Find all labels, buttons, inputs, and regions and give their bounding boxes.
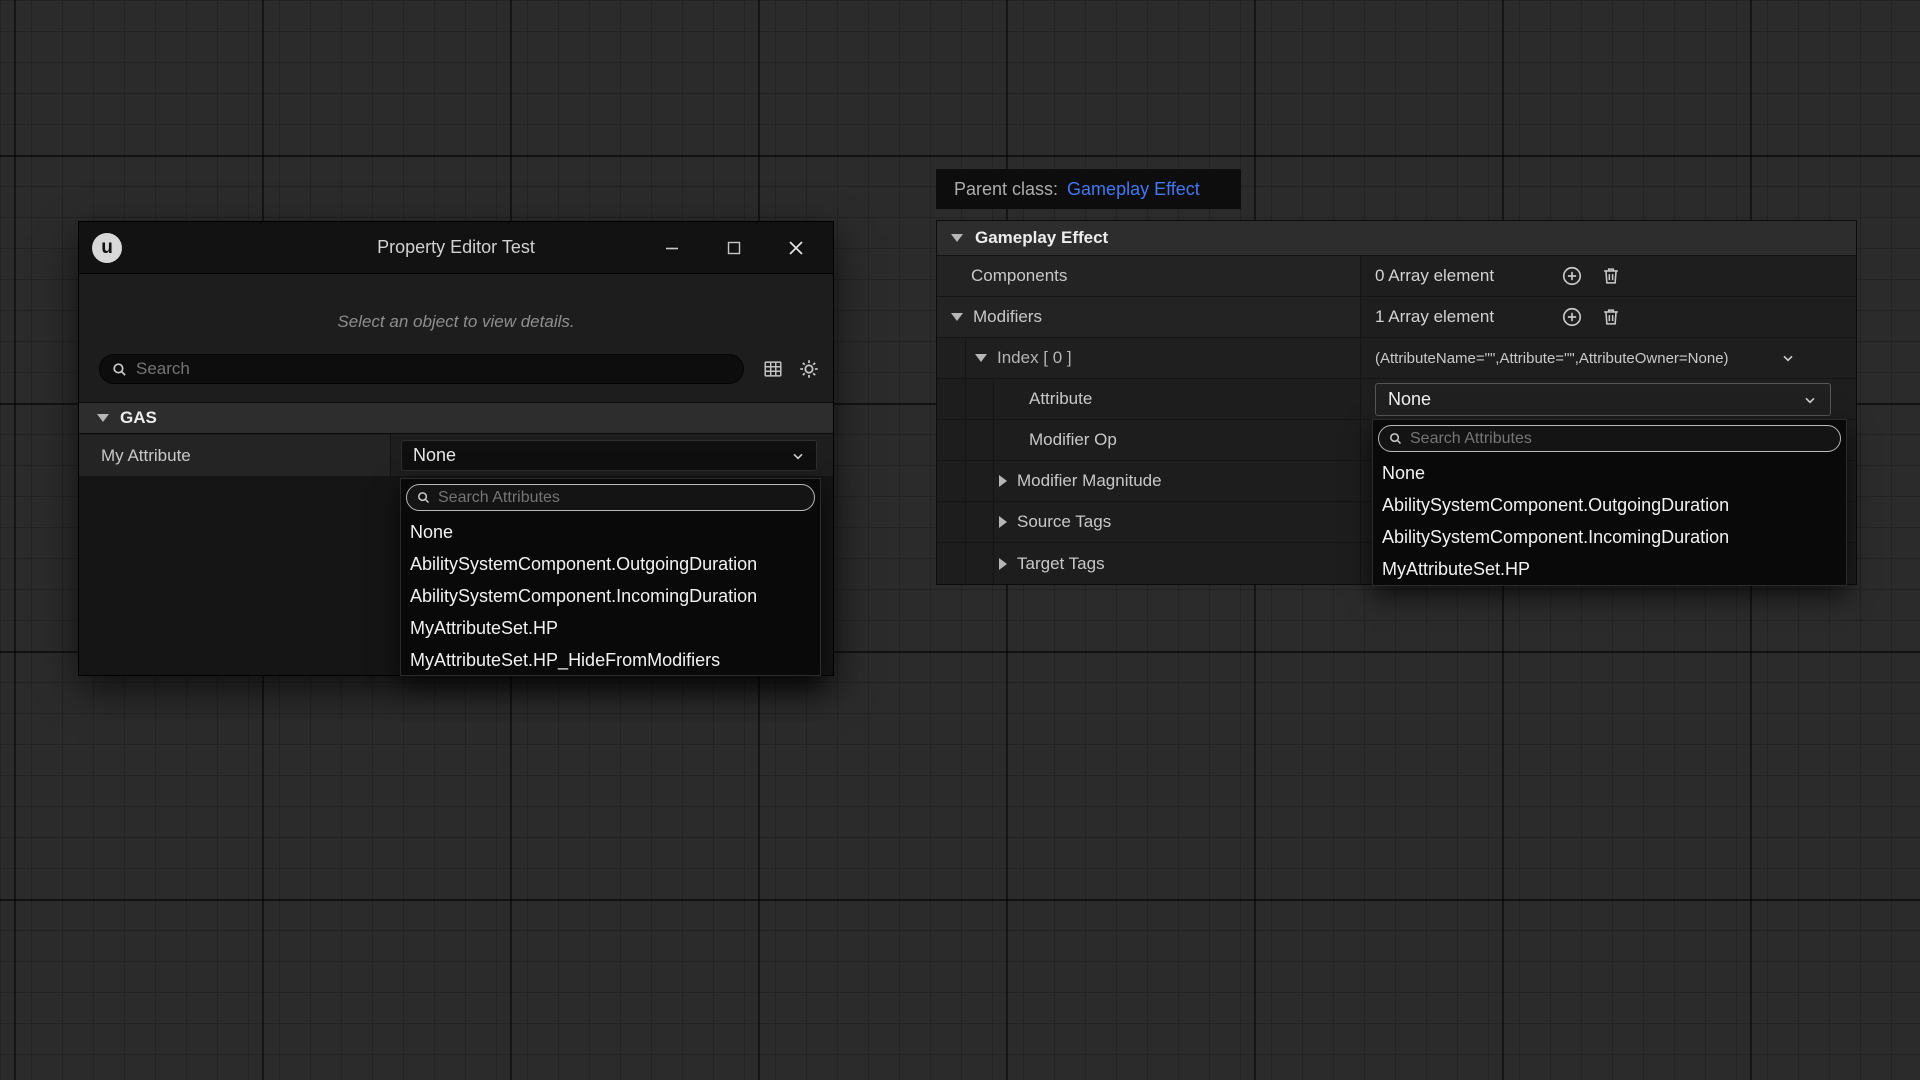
attribute-dropdown-popup: None AbilitySystemComponent.OutgoingDura… — [400, 478, 821, 676]
triangle-right-icon — [999, 475, 1007, 487]
details-search-input[interactable] — [136, 359, 732, 379]
dropdown-item[interactable]: MyAttributeSet.HP — [1373, 553, 1846, 585]
blueprint-grid-background: { "property_editor": { "title": "Propert… — [0, 0, 1920, 1080]
search-icon — [111, 361, 128, 378]
row-components: Components 0 Array element — [937, 256, 1856, 297]
row-attribute: Attribute None — [937, 379, 1856, 420]
clear-array-button[interactable] — [1600, 265, 1622, 287]
attribute-search-box[interactable] — [406, 484, 815, 511]
row-label-text: Source Tags — [1017, 512, 1111, 532]
close-icon — [787, 239, 805, 257]
struct-preview-text: (AttributeName="",Attribute="",Attribute… — [1361, 350, 1729, 367]
parent-class-label: Parent class: — [954, 179, 1058, 200]
dropdown-item[interactable]: MyAttributeSet.HP_HideFromModifiers — [401, 644, 820, 676]
row-index-0: Index [ 0 ] (AttributeName="",Attribute=… — [937, 338, 1856, 379]
gear-icon — [798, 358, 820, 380]
row-label-text: Target Tags — [1017, 554, 1105, 574]
dropdown-item[interactable]: MyAttributeSet.HP — [401, 612, 820, 644]
attribute-dropdown-popup: None AbilitySystemComponent.OutgoingDura… — [1372, 419, 1847, 586]
row-label[interactable]: Modifiers — [937, 297, 1360, 337]
attribute-search-input[interactable] — [1410, 430, 1831, 448]
row-label: Components — [937, 256, 1360, 296]
add-element-button[interactable] — [1561, 306, 1583, 328]
add-element-button[interactable] — [1561, 265, 1583, 287]
row-value: (AttributeName="",Attribute="",Attribute… — [1360, 338, 1856, 378]
chevron-down-icon — [1802, 392, 1818, 408]
dropdown-item[interactable]: AbilitySystemComponent.OutgoingDuration — [401, 548, 820, 580]
dropdown-item[interactable]: AbilitySystemComponent.IncomingDuration — [1373, 521, 1846, 553]
dropdown-item[interactable]: AbilitySystemComponent.OutgoingDuration — [1373, 489, 1846, 521]
row-label: Attribute — [937, 379, 1360, 419]
property-value-cell: None — [390, 435, 833, 477]
chevron-down-icon — [790, 448, 806, 464]
row-label-text: Modifier Magnitude — [1017, 471, 1162, 491]
category-label: GAS — [120, 408, 157, 428]
array-count-text: 1 Array element — [1361, 307, 1494, 327]
row-label[interactable]: Target Tags — [937, 543, 1360, 584]
window-controls — [641, 222, 827, 273]
row-label: Modifier Op — [937, 420, 1360, 460]
plus-circle-icon — [1561, 265, 1583, 287]
row-label[interactable]: Index [ 0 ] — [937, 338, 1360, 378]
row-label-text: Modifiers — [973, 307, 1042, 327]
parent-class-link[interactable]: Gameplay Effect — [1067, 179, 1200, 200]
triangle-right-icon — [999, 516, 1007, 528]
property-row-my-attribute: My Attribute None — [79, 435, 833, 477]
search-icon — [1388, 431, 1403, 446]
my-attribute-combobox[interactable]: None — [401, 440, 817, 471]
attribute-search-box[interactable] — [1378, 425, 1841, 452]
minimize-icon — [664, 240, 680, 256]
close-button[interactable] — [765, 222, 827, 273]
plus-circle-icon — [1561, 306, 1583, 328]
row-label-text: Components — [971, 266, 1067, 286]
attribute-search-input[interactable] — [438, 489, 805, 507]
property-editor-window: u Property Editor Test Select an object … — [78, 221, 834, 676]
empty-details-hint: Select an object to view details. — [79, 312, 833, 332]
maximize-icon — [726, 240, 742, 256]
category-header-gas[interactable]: GAS — [79, 402, 833, 434]
property-label: My Attribute — [79, 435, 390, 477]
triangle-down-icon — [951, 234, 963, 242]
triangle-down-icon — [951, 313, 963, 321]
minimize-button[interactable] — [641, 222, 703, 273]
window-titlebar[interactable]: u Property Editor Test — [79, 222, 833, 274]
details-search-box[interactable] — [99, 354, 744, 384]
row-label-text: Modifier Op — [1029, 430, 1117, 450]
table-view-icon — [762, 358, 784, 380]
row-value: 1 Array element — [1360, 297, 1856, 337]
struct-expand-button[interactable] — [1780, 350, 1796, 366]
clear-array-button[interactable] — [1600, 306, 1622, 328]
category-label: Gameplay Effect — [975, 228, 1108, 248]
display-settings-button[interactable] — [762, 358, 784, 380]
triangle-down-icon — [97, 414, 109, 422]
parent-class-bar: Parent class: Gameplay Effect — [936, 169, 1241, 209]
dropdown-item[interactable]: None — [1373, 457, 1846, 489]
maximize-button[interactable] — [703, 222, 765, 273]
details-search-row — [99, 354, 818, 384]
combobox-value: None — [413, 445, 790, 466]
array-count-text: 0 Array element — [1361, 266, 1494, 286]
triangle-down-icon — [975, 354, 987, 362]
row-value: None — [1360, 379, 1856, 419]
row-label-text: Attribute — [1029, 389, 1092, 409]
chevron-down-icon — [1780, 350, 1796, 366]
search-icon — [416, 490, 431, 505]
dropdown-item[interactable]: AbilitySystemComponent.IncomingDuration — [401, 580, 820, 612]
row-value: 0 Array element — [1360, 256, 1856, 296]
dropdown-item[interactable]: None — [401, 516, 820, 548]
attribute-combobox[interactable]: None — [1375, 383, 1831, 416]
trash-icon — [1600, 265, 1622, 287]
combobox-value: None — [1388, 389, 1802, 410]
row-label-text: Index [ 0 ] — [997, 348, 1072, 368]
row-label[interactable]: Modifier Magnitude — [937, 461, 1360, 501]
row-label[interactable]: Source Tags — [937, 502, 1360, 542]
triangle-right-icon — [999, 558, 1007, 570]
category-header-gameplay-effect[interactable]: Gameplay Effect — [937, 221, 1856, 256]
view-options-button[interactable] — [798, 358, 820, 380]
row-modifiers: Modifiers 1 Array element — [937, 297, 1856, 338]
trash-icon — [1600, 306, 1622, 328]
